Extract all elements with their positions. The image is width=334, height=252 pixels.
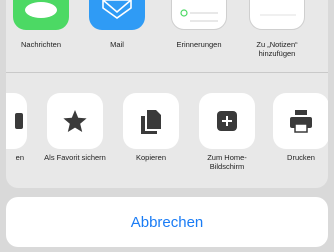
cancel-button[interactable]: Abbrechen (6, 197, 328, 247)
share-app-label: Zu „Notizen“ hinzufügen (256, 40, 298, 58)
partial-action-icon (6, 93, 27, 149)
share-actions-row: en Als Favorit sichern Kopieren Zum Home… (6, 73, 328, 188)
add-to-home-icon (199, 93, 255, 149)
share-app-label: Erinnerungen (176, 40, 222, 49)
share-action-label: Zum Home-Bildschirm (207, 153, 247, 171)
share-app-label: Mail (110, 40, 124, 49)
share-sheet: Nachrichten Mail Erinnerungen Zu „Notize… (6, 0, 328, 188)
notes-icon (249, 0, 305, 30)
share-app-label: Nachrichten (20, 40, 62, 49)
share-action-label: Kopieren (135, 153, 167, 162)
mail-icon (89, 0, 145, 30)
share-apps-row: Nachrichten Mail Erinnerungen Zu „Notize… (6, 0, 328, 72)
share-action-label: Drucken (287, 153, 315, 162)
print-icon (273, 93, 328, 149)
star-icon (47, 93, 103, 149)
messages-icon (13, 0, 69, 30)
share-action-label: Als Favorit sichern (44, 153, 106, 162)
copy-icon (123, 93, 179, 149)
cancel-button-label: Abbrechen (130, 213, 204, 231)
reminders-icon (171, 0, 227, 30)
share-action-label: en (15, 153, 24, 162)
